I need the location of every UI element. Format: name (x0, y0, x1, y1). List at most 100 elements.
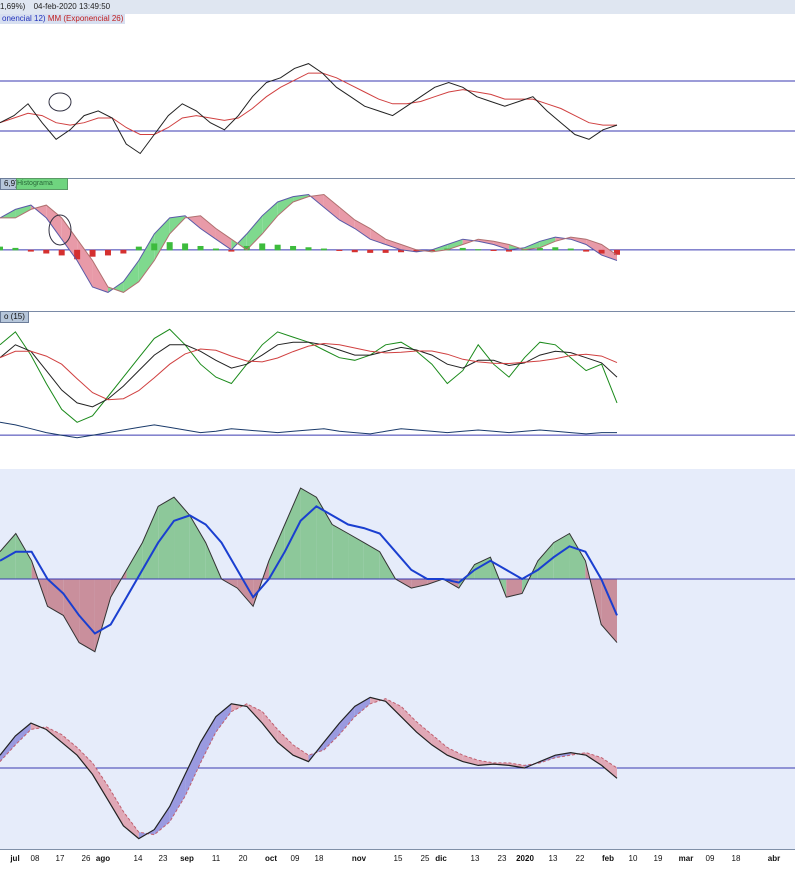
axis-tick-label: 13 (548, 854, 558, 863)
axis-tick-label: 23 (158, 854, 168, 863)
macd-fill-segment (46, 205, 62, 240)
momentum-fill-segment (174, 497, 190, 579)
momentum-panel[interactable] (0, 469, 795, 686)
oscillator-chart-svg (0, 696, 795, 840)
histogram-bar (290, 245, 297, 251)
histogram-bar (166, 242, 173, 251)
oscillator-fill-segment (123, 811, 139, 839)
momentum-fill-segment (142, 506, 159, 579)
macd-panel[interactable]: 6,9) Histograma (0, 178, 795, 312)
macd-fill-segment (154, 217, 170, 261)
axis-tick-label: 2020 (516, 854, 534, 863)
oscillator-panel[interactable] (0, 685, 795, 850)
histogram-bar (259, 243, 266, 251)
momentum-chart-svg (0, 487, 795, 653)
axis-tick-label: 09 (705, 854, 715, 863)
axis-tick-label: mar (678, 854, 694, 863)
histogram-bar (43, 249, 50, 254)
macd-chart-svg (0, 193, 795, 293)
oscillator-fill-segment (431, 734, 448, 756)
macd-fill-segment (215, 228, 232, 250)
stoch-chart-svg (0, 328, 795, 439)
header-bar: 1,69%) 04-feb-2020 13:49:50 (0, 0, 795, 14)
axis-tick-label: 17 (55, 854, 65, 863)
axis-tick-label: 22 (575, 854, 585, 863)
histogram-bar (197, 245, 204, 251)
macd-fill-segment (200, 215, 216, 240)
oscillator-fill-segment (215, 703, 232, 733)
histogram-bar (490, 249, 497, 251)
oscillator-fill-segment (0, 735, 16, 762)
chart-app: 1,69%) 04-feb-2020 13:49:50 onencial 12)… (0, 0, 795, 869)
oscillator-fill-segment (323, 723, 340, 751)
axis-tick-label: 20 (238, 854, 248, 863)
histogram-bar (598, 249, 605, 254)
histogram-bar (58, 249, 65, 256)
oscillator-fill-segment (107, 785, 124, 826)
axis-tick-label: 09 (290, 854, 300, 863)
histogram-bar (12, 247, 19, 251)
legend-a: onencial 12) (2, 14, 46, 23)
date-axis: jul 08 17 26 ago 14 23 sep 11 20 oct 09 18 nov 15 25 dic… (0, 849, 795, 869)
histogram-bar (351, 249, 358, 253)
axis-tick-label: abr (767, 854, 781, 863)
price-chart-svg (0, 63, 795, 155)
axis-tick-label: 18 (314, 854, 324, 863)
axis-tick-label: 08 (30, 854, 40, 863)
datetime-text: 04-feb-2020 13:49:50 (33, 2, 111, 11)
histogram-bar (182, 243, 189, 251)
axis-tick-label: 26 (81, 854, 91, 863)
stoch-d-line (0, 341, 618, 408)
change-text: 1,69%) (0, 2, 26, 11)
legend-b: MM (Exponencial 26) (47, 14, 124, 23)
histogram-bar (367, 249, 374, 253)
axis-tick-label: dic (435, 854, 447, 863)
macd-fill-segment (138, 233, 155, 282)
axis-tick-label: sep (180, 854, 194, 863)
macd-fill-segment (77, 239, 93, 288)
highlight-circle (48, 92, 72, 112)
axis-tick-label: oct (265, 854, 277, 863)
price-average-line (0, 72, 617, 135)
axis-tick-label: 15 (393, 854, 403, 863)
histogram-bar (0, 246, 3, 251)
histogram-bar (583, 249, 590, 252)
stoch-panel[interactable]: o (15) (0, 311, 795, 470)
histogram-bar (552, 247, 559, 251)
stoch-tag: o (15) (0, 311, 29, 323)
momentum-fill-segment (348, 533, 364, 579)
momentum-fill-segment (79, 579, 95, 652)
histogram-bar (151, 243, 158, 251)
stoch-average-line (0, 342, 618, 401)
histogram-bar (475, 249, 482, 251)
histogram-bar (104, 249, 111, 256)
axis-tick-label: 18 (731, 854, 741, 863)
macd-tag2: Histograma (16, 178, 68, 190)
histogram-bar (274, 244, 281, 251)
axis-tick-label: 10 (628, 854, 638, 863)
price-panel[interactable] (0, 30, 795, 179)
axis-tick-label: 14 (133, 854, 143, 863)
price-line (0, 63, 618, 155)
axis-tick-label: 11 (211, 854, 221, 863)
momentum-fill-segment (537, 542, 554, 579)
ma-legend: onencial 12) MM (Exponencial 26) (0, 14, 126, 24)
histogram-bar (567, 248, 574, 251)
histogram-bar (89, 249, 96, 257)
histogram-bar (336, 249, 343, 251)
momentum-fill-segment (47, 579, 64, 616)
momentum-fill-segment (268, 524, 285, 579)
momentum-fill-segment (300, 488, 317, 579)
axis-tick-label: ago (95, 854, 111, 863)
macd-fill-segment (385, 239, 402, 250)
stoch-k-line (0, 328, 618, 423)
histogram-bar (320, 248, 327, 251)
histogram-bar (305, 247, 312, 251)
oscillator-fill-segment (169, 774, 186, 822)
momentum-fill-segment (189, 515, 206, 579)
histogram-bar (459, 247, 466, 251)
histogram-bar (27, 249, 34, 252)
momentum-fill-segment (94, 579, 111, 652)
histogram-bar (135, 246, 142, 251)
axis-tick-label: 13 (470, 854, 480, 863)
